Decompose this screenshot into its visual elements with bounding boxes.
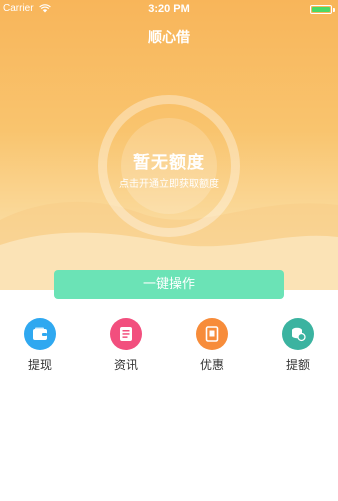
wallet-icon [24,318,56,350]
nav-label-withdraw: 提现 [27,358,52,372]
quota-title: 暂无额度 [133,153,205,173]
coin-stack-icon [282,318,314,350]
status-bar: Carrier 3:20 PM [0,0,338,20]
battery-icon [310,5,332,14]
status-time: 3:20 PM [148,3,190,15]
quota-subtitle[interactable]: 点击开通立即获取额度 [0,175,338,190]
coupon-icon [196,318,228,350]
nav-item-raise-limit[interactable]: 提额 [273,318,323,373]
nav-item-discount[interactable]: 优惠 [187,318,237,373]
nav-label-raise-limit: 提额 [285,358,310,372]
nav-label-discount: 优惠 [199,358,224,372]
nav-item-withdraw[interactable]: 提现 [15,318,65,373]
nav-item-news[interactable]: 资讯 [101,318,151,373]
battery-tip [333,8,335,12]
page-title: 顺心借 [148,30,190,46]
news-icon [110,318,142,350]
one-click-action-button[interactable]: 一键操作 [54,270,284,299]
nav-label-news: 资讯 [113,358,138,372]
